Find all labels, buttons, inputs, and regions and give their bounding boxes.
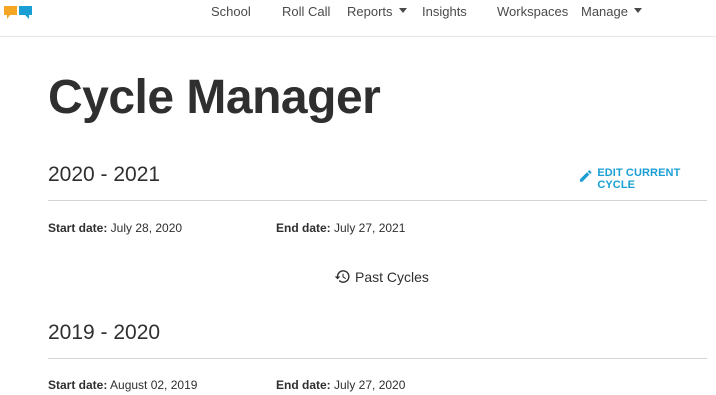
- page-title: Cycle Manager: [48, 71, 381, 124]
- caret-down-icon: [633, 8, 642, 14]
- pencil-icon: [579, 170, 592, 182]
- end-date-label: End date:: [276, 221, 331, 235]
- nav-item-school[interactable]: School: [211, 4, 251, 19]
- edit-current-cycle-label: EDIT CURRENT CYCLE: [597, 167, 681, 191]
- divider: [48, 358, 707, 359]
- past-cycle-heading: 2019 - 2020: [48, 321, 161, 344]
- past-cycle-end-date: End date: July 27, 2020: [276, 377, 405, 393]
- nav-item-label: School: [211, 4, 251, 19]
- past-cycles-label: Past Cycles: [355, 268, 429, 285]
- nav-item-insights[interactable]: Insights: [422, 4, 467, 19]
- past-cycle-start-date: Start date: August 02, 2019: [48, 377, 197, 393]
- start-date-value: July 28, 2020: [107, 221, 183, 235]
- nav-item-roll-call[interactable]: Roll Call: [282, 4, 330, 19]
- nav-item-label: Manage: [581, 4, 628, 19]
- logo-icon[interactable]: [4, 6, 32, 20]
- nav-item-label: Reports: [347, 4, 393, 19]
- caret-down-icon: [398, 8, 407, 14]
- start-date-label: Start date:: [48, 221, 108, 235]
- end-date-label: End date:: [276, 378, 331, 392]
- history-icon: [334, 270, 350, 283]
- nav-item-label: Roll Call: [282, 4, 331, 19]
- nav-item-workspaces[interactable]: Workspaces: [497, 4, 568, 19]
- start-date-value: August 02, 2019: [107, 378, 198, 392]
- current-cycle-start-date: Start date: July 28, 2020: [48, 220, 182, 236]
- current-cycle-heading: 2020 - 2021: [48, 163, 161, 186]
- nav-item-manage[interactable]: Manage: [581, 4, 642, 19]
- end-date-value: July 27, 2021: [330, 221, 406, 235]
- nav-item-label: Workspaces: [497, 4, 569, 19]
- past-cycles-toggle[interactable]: Past Cycles: [334, 268, 429, 285]
- nav-item-label: Insights: [422, 4, 467, 19]
- edit-current-cycle-link[interactable]: EDIT CURRENT CYCLE: [578, 161, 716, 191]
- start-date-label: Start date:: [48, 378, 108, 392]
- nav-item-reports[interactable]: Reports: [347, 4, 407, 19]
- end-date-value: July 27, 2020: [330, 378, 406, 392]
- divider: [48, 200, 707, 201]
- current-cycle-end-date: End date: July 27, 2021: [276, 220, 405, 236]
- top-navigation: School Roll Call Reports Insights Worksp…: [0, 0, 716, 37]
